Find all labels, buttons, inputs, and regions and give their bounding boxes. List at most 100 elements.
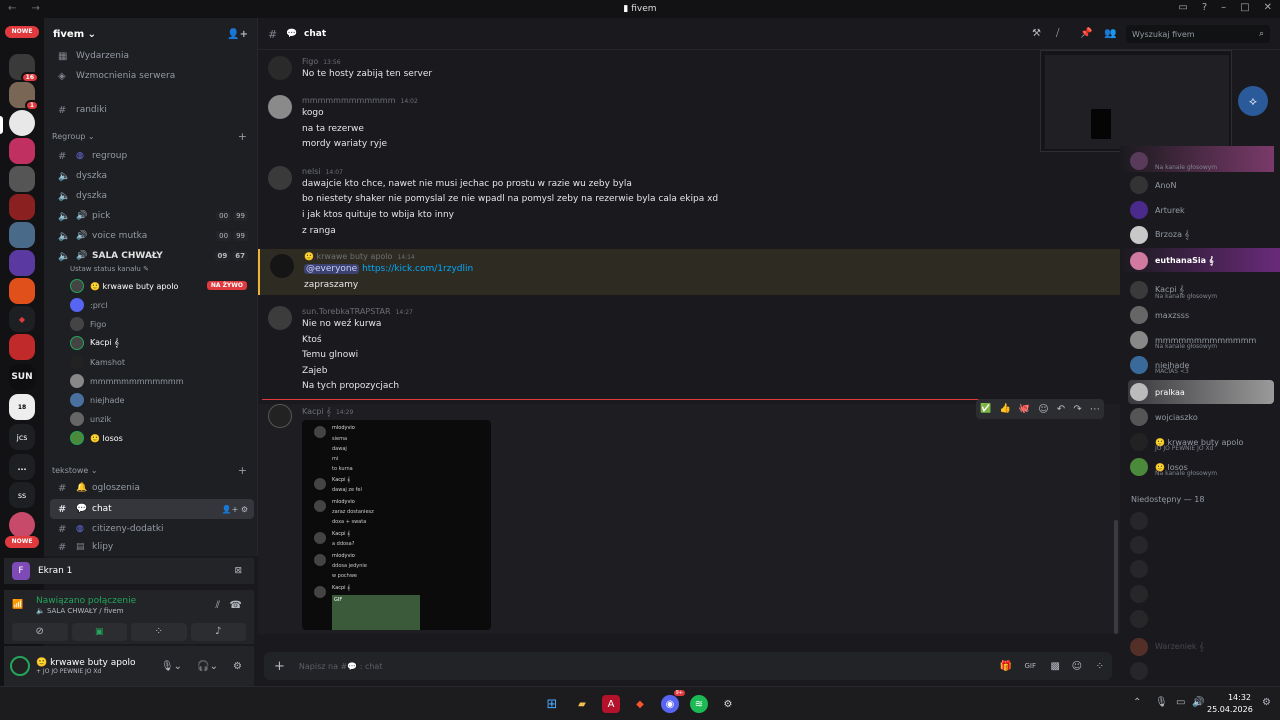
category-regroup[interactable]: Regroup ⌄ (52, 132, 95, 141)
channel-settings-icon[interactable]: 👤+ ⚙ (222, 505, 248, 514)
taskbar-time[interactable]: 14:32 (1211, 693, 1251, 702)
more-icon[interactable]: ⋯ (1090, 404, 1100, 415)
avatar[interactable] (268, 404, 292, 428)
voice-user[interactable]: Kamshot (70, 353, 125, 371)
taskbar-date[interactable]: 25.04.2026 (1207, 705, 1253, 714)
server-icon-ss[interactable]: ss (9, 482, 35, 508)
voice-user[interactable]: 🙂 krwawe buty apolo (70, 277, 178, 295)
mention-everyone[interactable]: @everyone (304, 264, 360, 274)
brave-browser-icon[interactable]: ◆ (631, 695, 649, 713)
member-item[interactable]: Kacpi 𝄞 Na kanale głosowym (1130, 279, 1280, 301)
soundboard-button[interactable]: ♪ (190, 623, 246, 641)
server-icon[interactable]: 18 (9, 394, 35, 420)
category-tekstowe[interactable]: tekstowe ⌄ (52, 466, 98, 475)
pinned-icon[interactable]: 📌 (1080, 28, 1092, 39)
inbox-icon[interactable]: ▭ (1178, 2, 1187, 13)
avatar[interactable] (268, 166, 292, 190)
member-item-offline[interactable]: Warzeniek 𝄞 (1130, 636, 1280, 658)
server-icon[interactable] (9, 166, 35, 192)
server-icon-fivem[interactable] (9, 110, 35, 136)
member-item[interactable]: AnoN (1130, 174, 1280, 196)
server-icon[interactable] (9, 334, 35, 360)
noise-suppression-icon[interactable]: ⫽ (216, 600, 220, 611)
avatar[interactable] (270, 254, 294, 278)
activities-button[interactable]: ⁘ (131, 623, 187, 641)
channel-voice-mutka[interactable]: 🔈 🔊 voice mutka 00 99 (50, 226, 254, 246)
server-icon[interactable] (9, 250, 35, 276)
forward-icon[interactable]: ↷ (1073, 404, 1081, 415)
avatar[interactable] (10, 656, 30, 676)
settings-gear-icon[interactable]: ⚙ (233, 661, 242, 672)
member-item[interactable]: mmmmmmmmmmmmm Na kanale głosowym (1130, 329, 1280, 351)
server-icon[interactable]: 16 (9, 54, 39, 83)
stream-preview[interactable] (1040, 50, 1232, 152)
member-item-offline[interactable] (1130, 510, 1280, 532)
member-item[interactable]: pralkaa (1130, 381, 1280, 403)
sticker-icon[interactable]: ▩ (1051, 661, 1060, 672)
member-item[interactable]: maxzsss (1130, 304, 1280, 326)
channel-ogloszenia[interactable]: # 🔔 ogloszenia (50, 478, 254, 498)
stop-stream-icon[interactable]: ⊠ (234, 566, 242, 576)
reaction-icon[interactable]: 🐙 (1019, 404, 1030, 414)
steam-icon[interactable]: ⚙ (719, 695, 737, 713)
member-item[interactable]: Brzoza 𝄞 (1130, 224, 1280, 246)
message-link[interactable]: https://kick.com/1rzydlin (362, 264, 473, 274)
voice-user[interactable]: Figo (70, 315, 106, 333)
file-explorer-icon[interactable]: ▰ (573, 695, 591, 713)
apps-icon[interactable]: ⁘ (1096, 661, 1104, 672)
camera-off-button[interactable]: ⊘ (12, 623, 68, 641)
adobe-icon[interactable]: A (602, 695, 620, 713)
member-item[interactable]: Arturek (1130, 199, 1280, 221)
boosts-item[interactable]: ◈ Wzmocnienia serwera (50, 66, 254, 86)
voice-user[interactable]: :prcl (70, 296, 108, 314)
voice-user[interactable]: 🙂 losos (70, 429, 123, 447)
disconnect-icon[interactable]: ☎ (230, 600, 242, 611)
voice-user[interactable]: niejhade (70, 391, 124, 409)
member-item[interactable]: wojciaszko (1130, 406, 1280, 428)
add-channel-icon[interactable]: + (238, 130, 247, 143)
voice-user[interactable]: Kacpi 𝄞 (70, 334, 119, 352)
add-reaction-icon[interactable]: ☺ (1038, 404, 1048, 415)
member-item-offline[interactable] (1130, 583, 1280, 605)
message-input[interactable]: + Napisz na #💬 : chat 🎁 GIF ▩ ☺ ⁘ (264, 652, 1112, 680)
server-icon[interactable] (9, 138, 35, 164)
voice-user[interactable]: unzik (70, 410, 111, 428)
member-item-offline[interactable] (1130, 534, 1280, 556)
tray-volume-icon[interactable]: 🔊 (1192, 697, 1204, 708)
server-icon[interactable] (9, 194, 35, 220)
maximize-button[interactable]: □ (1240, 2, 1249, 13)
gif-icon[interactable]: GIF (1024, 662, 1036, 670)
channel-dyszka[interactable]: 🔈 dyszka (50, 166, 254, 186)
minimize-button[interactable]: – (1221, 2, 1226, 13)
member-item[interactable]: 🙂 krwawe buty apolo JO JO PEWNIE JO Xd (1130, 431, 1280, 453)
close-button[interactable]: ✕ (1264, 2, 1272, 13)
voice-channel-label[interactable]: 🔈 SALA CHWAŁY / fivem (36, 607, 124, 615)
channel-chat[interactable]: # 💬 chat 👤+ ⚙ (50, 499, 254, 519)
add-member-icon[interactable]: 👤+ (227, 29, 248, 40)
member-item-offline[interactable] (1130, 558, 1280, 580)
server-icon-jcs[interactable]: jcs (9, 424, 35, 450)
server-icon[interactable] (9, 278, 35, 304)
server-icon-sun[interactable]: SUN (9, 364, 35, 390)
microphone-icon[interactable]: 🎙⌄ (161, 661, 182, 672)
server-icon[interactable]: 1 (9, 82, 39, 111)
voice-user[interactable]: mmmmmmmmmmmm (70, 372, 184, 390)
headphones-icon[interactable]: 🎧⌄ (197, 661, 218, 672)
avatar[interactable] (268, 95, 292, 119)
thumbs-up-reaction-icon[interactable]: 👍 (999, 404, 1010, 414)
help-icon[interactable]: ? (1202, 2, 1207, 13)
member-item-offline[interactable] (1130, 608, 1280, 630)
spotify-icon[interactable]: ≋ (690, 695, 708, 713)
channel-dyszka-2[interactable]: 🔈 dyszka (50, 186, 254, 206)
gift-icon[interactable]: 🎁 (1000, 661, 1012, 672)
tray-network-icon[interactable]: ▭ (1176, 697, 1185, 708)
member-item[interactable]: 🙂 losos Na kanale głosowym (1130, 456, 1280, 478)
server-icon[interactable]: ◆ (9, 306, 35, 332)
discord-icon[interactable]: ◉ 9+ (661, 690, 685, 713)
message-hovered[interactable]: Kacpi 𝄞 14:29 mlodyvio siema dawaj mi to … (258, 399, 1120, 634)
channel-regroup[interactable]: # ◍ regroup (50, 146, 254, 166)
tray-mic-icon[interactable]: 🎙 (1155, 697, 1168, 708)
channel-klipy[interactable]: # ▤ klipy (50, 539, 254, 555)
screen-share-button[interactable]: ▣ (71, 623, 127, 641)
channel-randiki[interactable]: # randiki (50, 100, 254, 120)
